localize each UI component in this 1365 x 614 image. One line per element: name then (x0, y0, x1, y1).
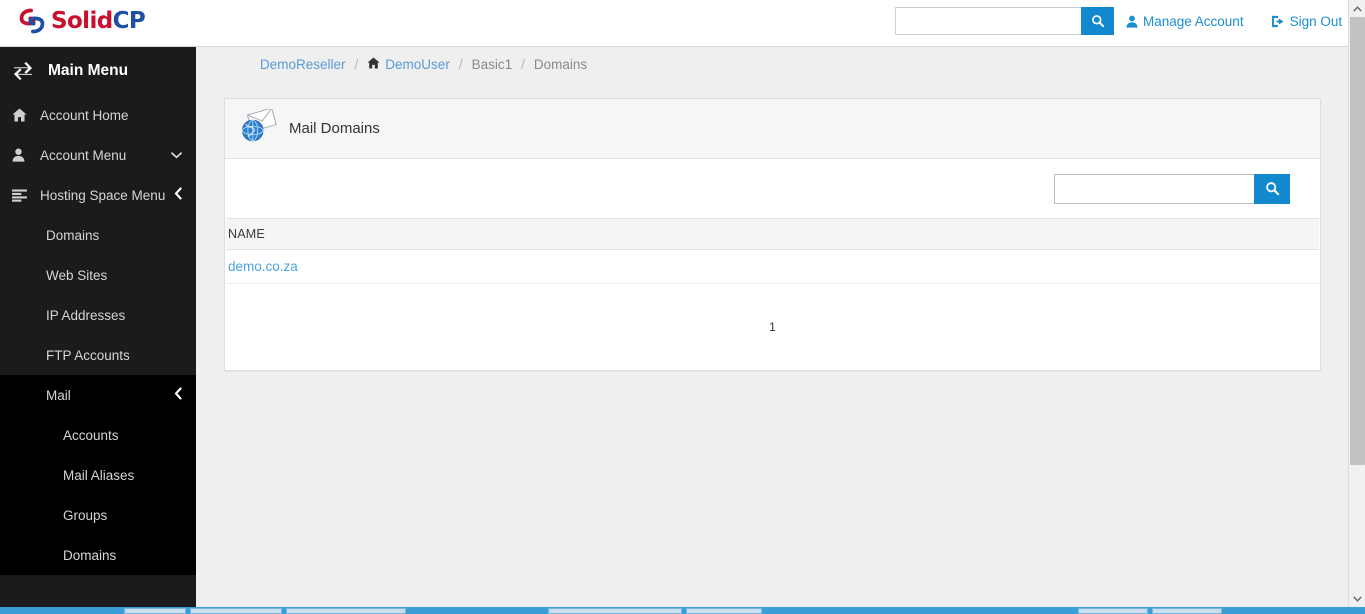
brand-wordmark: SolidCP (51, 8, 146, 34)
top-header-bar: SolidCP Manage Account Sign Out (0, 0, 1348, 47)
sidebar-item-label: IP Addresses (46, 307, 126, 323)
pagination-page-1[interactable]: 1 (763, 318, 782, 336)
breadcrumb-link-demouser[interactable]: DemoUser (367, 57, 450, 72)
scroll-thumb[interactable] (1350, 17, 1365, 465)
brand-name-cp: CP (112, 8, 146, 34)
search-icon (1265, 182, 1279, 196)
taskbar-item[interactable] (548, 608, 682, 614)
sidebar-item-mail[interactable]: Mail (0, 375, 196, 415)
sidebar-item-label: Account Menu (40, 147, 127, 163)
sidebar-item-mail-domains[interactable]: Domains (0, 535, 196, 575)
sidebar-item-mail-aliases[interactable]: Mail Aliases (0, 455, 196, 495)
scroll-down-button[interactable] (1349, 590, 1365, 607)
manage-account-label: Manage Account (1143, 14, 1244, 29)
taskbar-item[interactable] (1152, 608, 1222, 614)
sidebar-item-ftp-accounts[interactable]: FTP Accounts (0, 335, 196, 375)
sidebar-item-label: Accounts (63, 427, 119, 443)
exchange-arrows-icon (14, 62, 32, 80)
taskbar-item[interactable] (124, 608, 186, 614)
main-sidebar: Main Menu Account Home Account Menu Host… (0, 47, 196, 614)
table-cell-name: demo.co.za (226, 249, 1319, 284)
panel-title: Mail Domains (289, 120, 380, 137)
sign-out-label: Sign Out (1289, 14, 1343, 29)
breadcrumb-separator: / (521, 57, 525, 72)
sidebar-item-web-sites[interactable]: Web Sites (0, 255, 196, 295)
breadcrumb-separator: / (458, 57, 463, 72)
solidcp-swirl-icon (19, 8, 45, 34)
sidebar-item-label: Domains (46, 227, 100, 243)
domains-table: NAME demo.co.za (226, 218, 1319, 284)
mail-domains-panel: Mail Domains NAME demo.co.za 1 (224, 98, 1321, 371)
user-icon (1126, 15, 1138, 28)
chevron-down-icon (1353, 596, 1362, 602)
domain-link[interactable]: demo.co.za (228, 259, 298, 274)
sidebar-item-domains[interactable]: Domains (0, 215, 196, 255)
sidebar-item-label: Hosting Space Menu (40, 187, 166, 203)
sidebar-item-label: FTP Accounts (46, 347, 130, 363)
sidebar-item-label: Domains (63, 547, 117, 563)
global-search-input[interactable] (895, 7, 1081, 35)
breadcrumb-link-demoreseller[interactable]: DemoReseller (260, 57, 346, 72)
sidebar-item-label: Mail Aliases (63, 467, 135, 483)
domain-search-input[interactable] (1054, 173, 1254, 204)
chevron-left-icon (174, 387, 182, 403)
sidebar-item-label: Mail (46, 387, 71, 403)
main-content: DemoReseller / DemoUser / Basic1 / Domai… (196, 47, 1348, 614)
sign-out-icon (1271, 15, 1284, 28)
taskbar-item[interactable] (286, 608, 406, 614)
manage-account-link[interactable]: Manage Account (1126, 14, 1244, 29)
sidebar-title-label: Main Menu (48, 62, 129, 79)
header-account-links: Manage Account Sign Out (1126, 14, 1342, 29)
chevron-up-icon (1353, 5, 1362, 11)
domains-table-wrap: NAME demo.co.za (225, 218, 1320, 284)
sidebar-item-ip-addresses[interactable]: IP Addresses (0, 295, 196, 335)
breadcrumb-label: DemoUser (385, 57, 450, 72)
scroll-up-button[interactable] (1349, 0, 1365, 17)
breadcrumb-label-domains: Domains (533, 57, 588, 72)
taskbar-item[interactable] (190, 608, 282, 614)
breadcrumb-separator: / (354, 57, 359, 72)
taskbar-item[interactable] (686, 608, 762, 614)
sidebar-item-account-menu[interactable]: Account Menu (0, 135, 196, 175)
brand-name-solid: Solid (51, 8, 113, 34)
home-icon (12, 108, 32, 122)
list-icon (12, 188, 32, 202)
breadcrumb-label-basic1: Basic1 (471, 57, 513, 72)
global-search (895, 7, 1114, 35)
globe-envelope-icon (239, 107, 279, 148)
page-scrollbar[interactable] (1348, 0, 1365, 607)
sidebar-title: Main Menu (0, 47, 196, 95)
sidebar-item-account-home[interactable]: Account Home (0, 95, 196, 135)
chevron-down-icon (171, 148, 182, 163)
breadcrumb-label: DemoReseller (260, 57, 346, 72)
column-header-name[interactable]: NAME (226, 218, 1319, 250)
user-icon (12, 148, 32, 162)
sidebar-item-label: Groups (63, 507, 108, 523)
panel-search (1054, 173, 1290, 204)
os-taskbar (0, 607, 1365, 614)
global-search-button[interactable] (1081, 7, 1114, 35)
sidebar-item-label: Web Sites (46, 267, 108, 283)
chevron-left-icon (174, 187, 182, 203)
breadcrumb: DemoReseller / DemoUser / Basic1 / Domai… (196, 47, 1348, 82)
taskbar-item[interactable] (1078, 608, 1148, 614)
panel-header: Mail Domains (225, 99, 1320, 159)
pagination: 1 (225, 284, 1320, 370)
table-header-row: NAME (226, 218, 1319, 250)
sidebar-item-mail-accounts[interactable]: Accounts (0, 415, 196, 455)
sidebar-item-label: Account Home (40, 107, 129, 123)
brand-logo[interactable]: SolidCP (18, 7, 146, 35)
sidebar-item-mail-groups[interactable]: Groups (0, 495, 196, 535)
sidebar-item-hosting-space-menu[interactable]: Hosting Space Menu (0, 175, 196, 215)
sign-out-link[interactable]: Sign Out (1271, 14, 1343, 29)
domain-search-button[interactable] (1254, 173, 1290, 204)
panel-search-row (225, 159, 1320, 218)
table-row: demo.co.za (226, 249, 1319, 284)
search-icon (1091, 15, 1104, 28)
home-icon (367, 57, 380, 72)
